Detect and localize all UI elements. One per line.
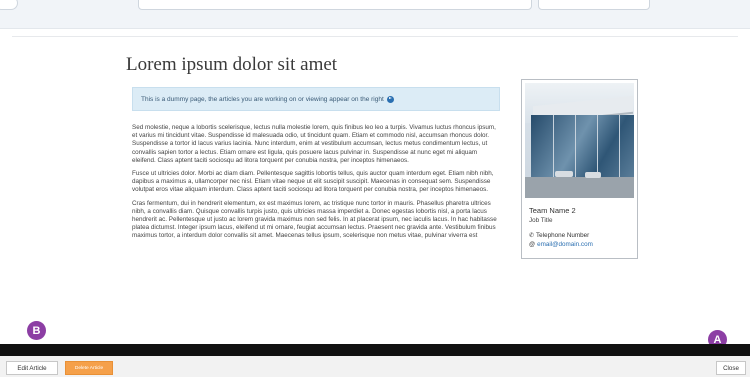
top-filter-field[interactable] (538, 0, 650, 10)
email-link[interactable]: email@domain.com (537, 241, 593, 248)
article-paragraph: Fusce ut ultricies dolor. Morbi ac diam … (132, 170, 494, 194)
article-paragraph: Sed molestie, neque a lobortis scelerisq… (132, 124, 496, 164)
callout-marker-b: B (27, 321, 46, 340)
notice-text: This is a dummy page, the articles you a… (141, 95, 384, 103)
info-notice: This is a dummy page, the articles you a… (132, 87, 500, 111)
edit-article-button[interactable]: Edit Article (6, 361, 58, 375)
article-paragraph: Cras fermentum, dui in hendrerit element… (132, 199, 497, 240)
article-title: Lorem ipsum dolor sit amet (126, 54, 338, 75)
building-photo (525, 83, 634, 198)
top-left-control[interactable] (0, 0, 18, 10)
separator-bar (0, 344, 750, 356)
delete-article-button[interactable]: Delete Article (65, 361, 113, 375)
phone-icon: ✆ (529, 232, 535, 239)
divider (12, 36, 738, 37)
email-row[interactable]: @ email@domain.com (529, 241, 593, 248)
contact-card: Team Name 2 Job Title ✆ Telephone Number… (521, 79, 638, 259)
close-button[interactable]: Close (716, 361, 746, 375)
telephone-text: Telephone Number (536, 232, 590, 239)
arrow-right-circle-icon[interactable] (386, 95, 394, 103)
at-icon: @ (529, 241, 536, 248)
top-search-field[interactable] (138, 0, 532, 10)
article-body: Sed molestie, neque a lobortis scelerisq… (132, 124, 500, 246)
team-name: Team Name 2 (529, 206, 576, 215)
top-toolbar (0, 0, 750, 29)
job-title: Job Title (529, 217, 553, 224)
telephone-row: ✆ Telephone Number (529, 232, 589, 239)
